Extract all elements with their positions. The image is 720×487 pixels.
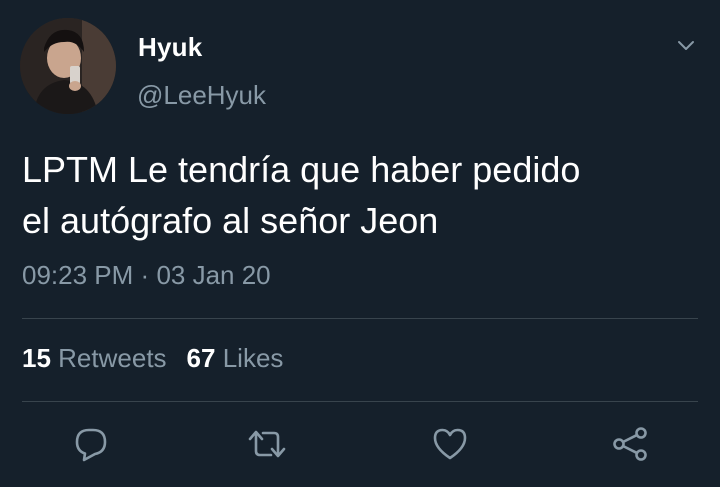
action-bar — [0, 418, 720, 468]
retweets-count: 15 — [22, 343, 51, 373]
chevron-down-icon[interactable] — [674, 34, 698, 58]
divider — [22, 401, 698, 402]
tweet-time: 09:23 PM — [22, 260, 134, 290]
avatar[interactable] — [20, 18, 116, 114]
avatar-photo — [20, 18, 116, 114]
retweet-icon — [248, 430, 286, 458]
tweet-text-line: el autógrafo al señor Jeon — [22, 200, 439, 241]
tweet-date: 03 Jan 20 — [156, 260, 271, 290]
reply-button[interactable] — [71, 424, 111, 464]
share-button[interactable] — [610, 424, 650, 464]
tweet-detail: Hyuk @LeeHyuk LPTM Le tendría que haber … — [0, 0, 720, 487]
user-handle[interactable]: @LeeHyuk — [137, 80, 266, 111]
display-name[interactable]: Hyuk — [138, 32, 202, 63]
likes-label: Likes — [222, 343, 284, 373]
tweet-stats: 15 Retweets 67 Likes — [22, 343, 283, 374]
tweet-text-line: LPTM Le tendría que haber pedido — [22, 149, 581, 190]
like-button[interactable] — [430, 424, 470, 464]
tweet-timestamp[interactable]: 09:23 PM · 03 Jan 20 — [22, 260, 271, 291]
heart-icon — [433, 428, 467, 460]
likes-count: 67 — [186, 343, 216, 373]
retweet-button[interactable] — [247, 424, 287, 464]
likes-stat[interactable]: 67 Likes — [187, 343, 284, 373]
divider — [22, 318, 698, 319]
reply-icon — [75, 428, 107, 462]
share-icon — [613, 427, 647, 461]
tweet-text: LPTM Le tendría que haber pedido el autó… — [22, 144, 702, 246]
meta-separator: · — [140, 260, 150, 290]
retweets-label: Retweets — [58, 343, 167, 373]
retweets-stat[interactable]: 15 Retweets — [22, 343, 167, 373]
